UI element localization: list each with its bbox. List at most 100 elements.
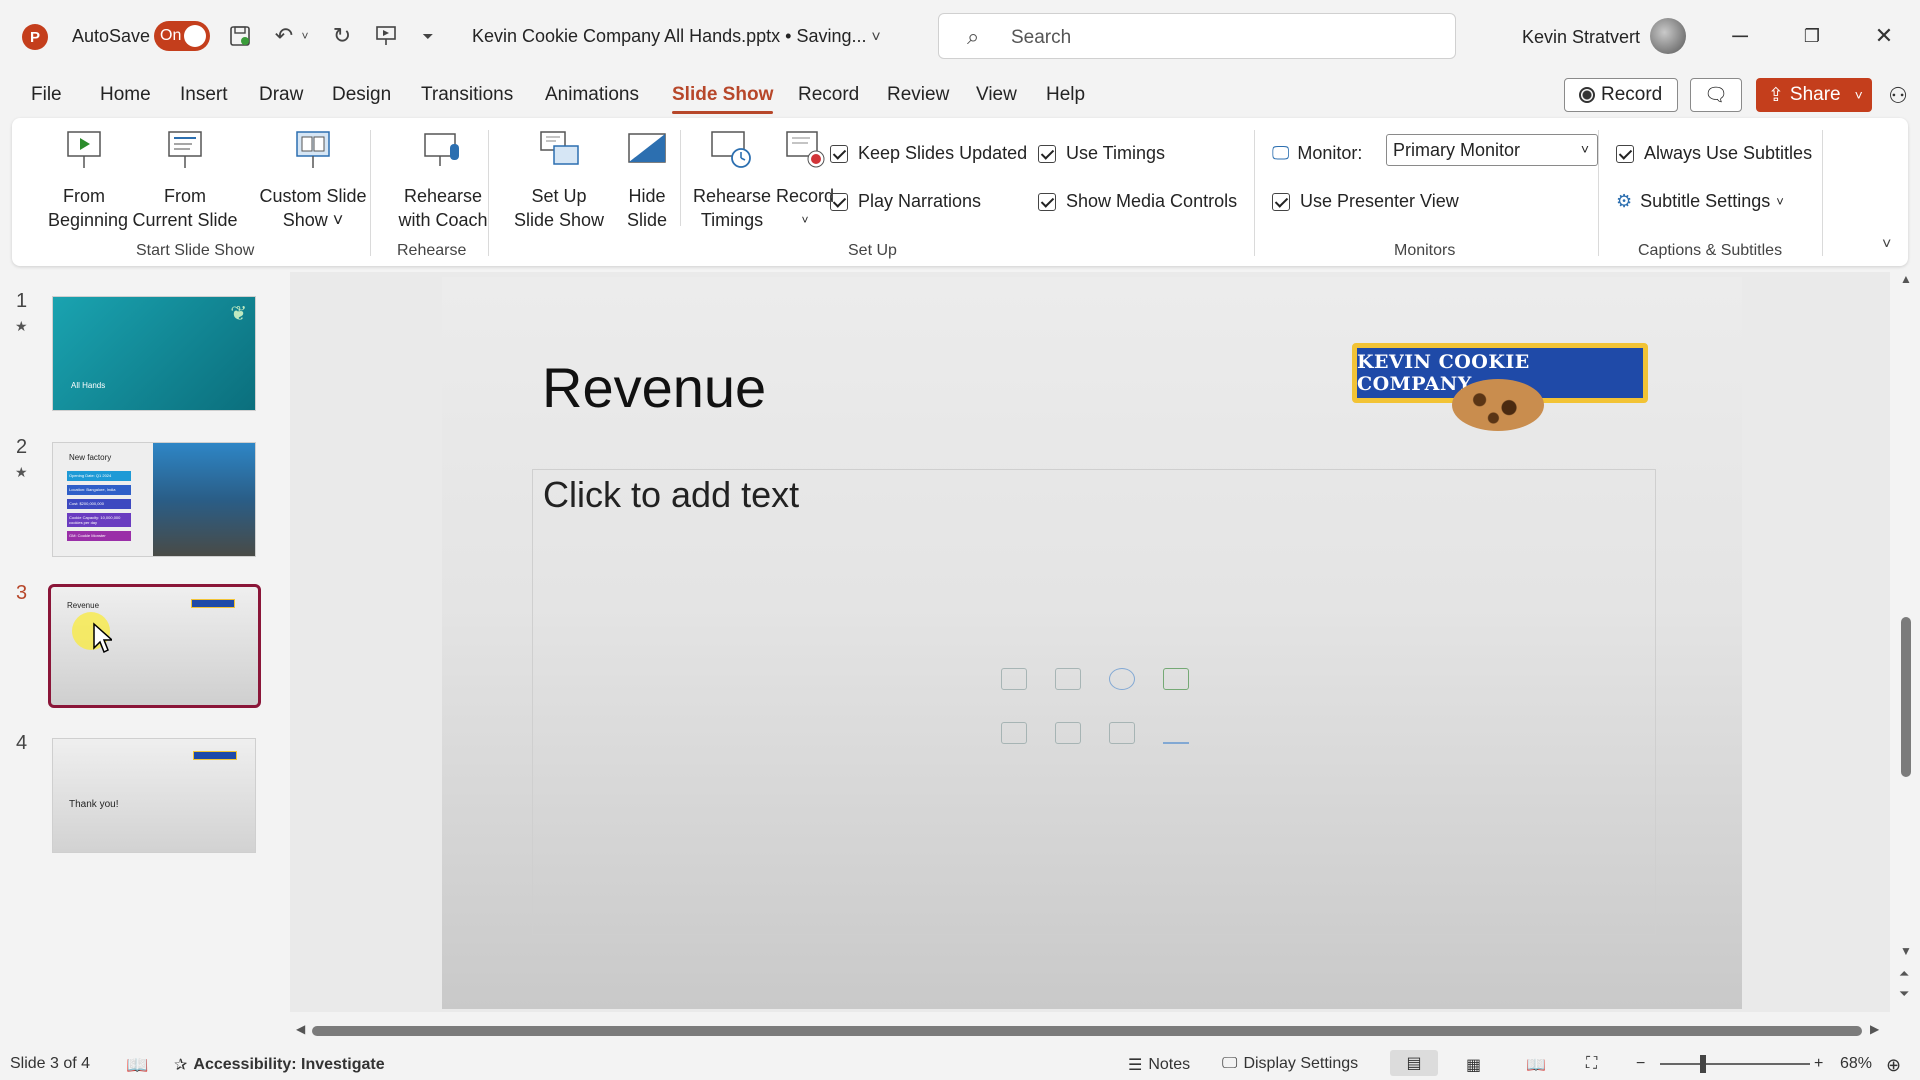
rehearse-with-coach-button[interactable]: Rehearse with Coach: [382, 128, 504, 232]
undo-dropdown-icon[interactable]: ˅: [298, 22, 312, 50]
custom-slide-show-button[interactable]: Custom Slide Show ˅: [248, 128, 378, 232]
use-timings-checkbox[interactable]: Use Timings: [1038, 143, 1165, 164]
document-title[interactable]: Kevin Cookie Company All Hands.pptx • Sa…: [472, 26, 867, 47]
share-button[interactable]: ⇪ Share ˅: [1756, 78, 1872, 112]
minimize-icon[interactable]: ─: [1720, 18, 1760, 54]
previous-slide-icon[interactable]: ⏶: [1899, 966, 1909, 982]
collapse-ribbon-icon[interactable]: ˅: [1882, 236, 1891, 254]
content-placeholder[interactable]: Click to add text: [532, 469, 1656, 935]
insert-picture-icon[interactable]: [1001, 668, 1027, 690]
zoom-slider-thumb[interactable]: [1700, 1055, 1706, 1073]
thumb-text: All Hands: [71, 381, 106, 390]
tab-help[interactable]: Help: [1046, 84, 1085, 106]
vertical-scroll-thumb[interactable]: [1901, 617, 1911, 777]
thumb-text: Thank you!: [69, 799, 119, 810]
coauthor-icon[interactable]: ⚇: [1878, 78, 1918, 114]
stock-images-icon[interactable]: [1055, 668, 1081, 690]
animation-star-icon: ★: [15, 318, 28, 334]
reading-view-icon[interactable]: 📖: [1526, 1055, 1546, 1075]
scroll-left-icon[interactable]: ◀: [296, 1022, 305, 1036]
rehearse-coach-icon: [424, 133, 459, 166]
keep-slides-updated-label: Keep Slides Updated: [858, 143, 1028, 163]
notes-label: Notes: [1148, 1056, 1191, 1073]
normal-view-icon[interactable]: ▤: [1390, 1050, 1438, 1076]
scroll-down-icon[interactable]: ▼: [1900, 944, 1912, 958]
cameo-icon[interactable]: [1001, 722, 1027, 744]
slide-show-view-icon[interactable]: ⛶: [1586, 1055, 1597, 1073]
autosave-toggle[interactable]: On: [154, 21, 210, 51]
tab-review[interactable]: Review: [887, 84, 949, 106]
tab-view[interactable]: View: [976, 84, 1017, 106]
always-use-subtitles-checkbox[interactable]: Always Use Subtitles: [1616, 143, 1812, 164]
scroll-up-icon[interactable]: ▲: [1900, 272, 1912, 286]
slide-title[interactable]: Revenue: [542, 355, 766, 420]
spelling-check-icon[interactable]: 📖: [126, 1055, 148, 1076]
search-box[interactable]: ⌕ Search: [938, 13, 1456, 59]
tab-insert[interactable]: Insert: [180, 84, 228, 106]
comment-icon: 🗨: [1703, 85, 1729, 106]
monitor-select[interactable]: Primary Monitor ˅: [1386, 134, 1598, 166]
fit-to-window-icon[interactable]: ⊕: [1886, 1055, 1901, 1076]
zoom-level[interactable]: 68%: [1840, 1055, 1872, 1073]
show-media-controls-checkbox[interactable]: Show Media Controls: [1038, 191, 1237, 212]
play-narrations-checkbox[interactable]: Play Narrations: [830, 191, 981, 212]
tab-home[interactable]: Home: [100, 84, 151, 106]
tab-transitions[interactable]: Transitions: [421, 84, 513, 106]
insert-video-icon[interactable]: [1055, 722, 1081, 744]
present-icon[interactable]: [372, 22, 400, 50]
vertical-scrollbar[interactable]: ▲ ▼ ⏶ ⏷: [1896, 272, 1916, 1012]
avatar[interactable]: [1650, 18, 1686, 54]
tab-slide-show[interactable]: Slide Show: [672, 84, 774, 114]
checkbox-checked-icon: [830, 144, 848, 163]
keep-slides-updated-checkbox[interactable]: Keep Slides Updated: [830, 143, 1027, 164]
thumbnail-slide-4[interactable]: Thank you!: [52, 738, 256, 853]
save-icon[interactable]: [226, 22, 254, 50]
scroll-right-icon[interactable]: ▶: [1870, 1022, 1879, 1036]
share-dropdown-icon[interactable]: ˅: [1855, 87, 1863, 103]
tab-record[interactable]: Record: [798, 84, 859, 106]
from-current-slide-icon: [168, 131, 202, 168]
redo-icon[interactable]: ↻: [328, 22, 356, 50]
horizontal-scroll-thumb[interactable]: [312, 1026, 1862, 1036]
insert-chart-icon[interactable]: [1163, 722, 1189, 744]
insert-table-icon[interactable]: [1109, 722, 1135, 744]
subtitle-settings-icon: ⚙: [1616, 191, 1633, 211]
from-beginning-button[interactable]: From Beginning: [48, 128, 128, 232]
horizontal-scrollbar[interactable]: ◀ ▶: [296, 1022, 1886, 1040]
hide-slide-button[interactable]: Hide Slide: [612, 128, 682, 232]
tab-draw[interactable]: Draw: [259, 84, 303, 106]
zoom-out-icon[interactable]: −: [1636, 1055, 1645, 1073]
smartart-icon[interactable]: [1163, 668, 1189, 690]
notes-button[interactable]: ☰ Notes: [1128, 1055, 1190, 1075]
from-current-slide-button[interactable]: From Current Slide: [120, 128, 250, 232]
display-settings-button[interactable]: 🖵 Display Settings: [1222, 1055, 1358, 1073]
thumb-text: Revenue: [67, 601, 100, 610]
ribbon-separator: [370, 130, 371, 256]
tab-animations[interactable]: Animations: [545, 84, 639, 106]
undo-icon[interactable]: ↶: [270, 22, 298, 50]
zoom-in-icon[interactable]: +: [1814, 1055, 1823, 1073]
accessibility-button[interactable]: ✰ Accessibility: Investigate: [174, 1055, 385, 1075]
next-slide-icon[interactable]: ⏷: [1899, 986, 1909, 1002]
zoom-slider[interactable]: [1660, 1063, 1810, 1065]
tab-file[interactable]: File: [31, 84, 62, 106]
thumbnail-slide-2[interactable]: New factory Opening Date: Q1 2024 Locati…: [52, 442, 256, 557]
user-name[interactable]: Kevin Stratvert: [1522, 27, 1640, 48]
slide-sorter-icon[interactable]: ▦: [1466, 1055, 1481, 1075]
close-icon[interactable]: ✕: [1864, 18, 1904, 54]
always-use-subtitles-label: Always Use Subtitles: [1644, 143, 1813, 163]
slide-3[interactable]: Revenue KEVIN COOKIE COMPANY Click to ad…: [442, 277, 1742, 1009]
customize-toolbar-icon[interactable]: ⏷: [414, 22, 442, 50]
subtitle-settings-button[interactable]: ⚙ Subtitle Settings ˅: [1616, 191, 1784, 212]
title-dropdown-icon[interactable]: ˅: [862, 24, 890, 52]
powerpoint-logo-icon: P: [22, 24, 48, 50]
restore-icon[interactable]: ❐: [1792, 18, 1832, 54]
record-button[interactable]: Record: [1564, 78, 1678, 112]
icons-icon[interactable]: [1109, 668, 1135, 690]
tab-design[interactable]: Design: [332, 84, 391, 106]
thumbnail-slide-1[interactable]: All Hands ❦: [52, 296, 256, 411]
group-label-set-up: Set Up: [848, 242, 897, 259]
comments-button[interactable]: 🗨: [1690, 78, 1742, 112]
set-up-slide-show-button[interactable]: Set Up Slide Show: [502, 128, 616, 232]
use-presenter-view-checkbox[interactable]: Use Presenter View: [1272, 191, 1459, 212]
